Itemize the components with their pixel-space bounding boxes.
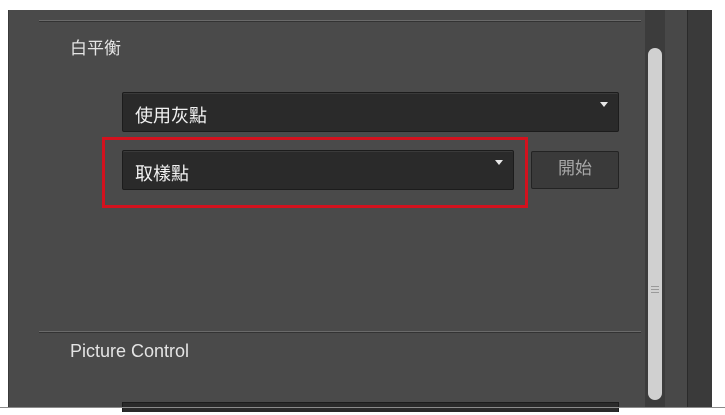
start-button[interactable]: 開始 [531,151,619,189]
side-strip [665,10,687,408]
section-divider [39,20,641,22]
gray-point-method-value: 使用灰點 [135,106,207,127]
chevron-down-icon [495,160,503,165]
sample-point-dropdown[interactable]: 取樣點 [122,150,514,190]
picture-control-title: Picture Control [70,341,190,361]
grip-icon [651,289,659,290]
sample-point-value: 取樣點 [135,164,189,185]
gray-point-method-dropdown[interactable]: 使用灰點 [122,92,619,132]
settings-panel: 白平衡 使用灰點 取樣點 開始 Picture Control [9,10,641,412]
grip-icon [651,292,659,293]
section-divider [39,331,641,333]
settings-panel-frame: 白平衡 使用灰點 取樣點 開始 Picture Control [8,10,712,412]
bottom-border [0,407,725,408]
window-edge [687,10,712,408]
grip-icon [651,286,659,287]
chevron-down-icon [600,102,608,107]
white-balance-title: 白平衡 [70,39,121,59]
scrollbar-track[interactable] [645,10,665,408]
scrollbar-thumb[interactable] [648,48,662,400]
